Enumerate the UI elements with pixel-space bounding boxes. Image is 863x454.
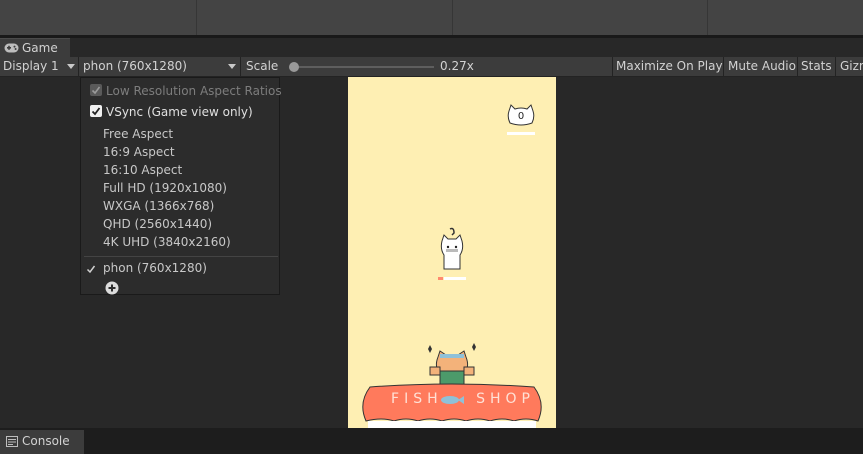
aspect-option[interactable]: Full HD (1920x1080) xyxy=(103,179,227,197)
grid-line xyxy=(707,0,708,35)
aspect-option[interactable]: WXGA (1366x768) xyxy=(103,197,214,215)
tab-console[interactable]: Console xyxy=(0,430,84,454)
aspect-option[interactable]: 16:10 Aspect xyxy=(103,161,182,179)
maximize-on-play-button[interactable]: Maximize On Play xyxy=(616,57,723,76)
aspect-option[interactable]: 4K UHD (3840x2160) xyxy=(103,233,231,251)
scale-label: Scale xyxy=(246,59,279,73)
checkmark-icon xyxy=(91,107,101,116)
vsync-option[interactable]: VSync (Game view only) xyxy=(106,103,253,121)
grid-line xyxy=(196,0,197,35)
toolbar-divider xyxy=(612,57,613,76)
scene-view-strip xyxy=(0,0,863,35)
plus-circle-icon[interactable] xyxy=(105,281,119,295)
toolbar-divider xyxy=(240,57,241,76)
tab-console-label: Console xyxy=(22,434,70,448)
checkmark-icon xyxy=(91,86,101,95)
display-dropdown-label: Display 1 xyxy=(3,59,59,73)
grid-line xyxy=(452,0,453,35)
player-cat-sprite xyxy=(438,227,466,280)
game-canvas[interactable]: 0 FISH SHOP xyxy=(348,77,556,428)
toolbar-divider xyxy=(797,57,798,76)
score-value: 0 xyxy=(517,111,525,122)
resolution-dropdown-label: phon (760x1280) xyxy=(83,59,187,73)
checkmark-icon xyxy=(86,265,96,274)
bottom-panel-bar xyxy=(0,428,863,454)
vsync-checkbox[interactable] xyxy=(90,105,102,117)
gizmos-button[interactable]: Gizm xyxy=(840,57,863,76)
low-res-checkbox[interactable] xyxy=(90,84,102,96)
custom-resolution-option[interactable]: phon (760x1280) xyxy=(103,259,207,277)
tab-game[interactable]: Game xyxy=(0,38,70,57)
toolbar-divider xyxy=(835,57,836,76)
gamepad-icon xyxy=(4,43,19,53)
chevron-down-icon xyxy=(67,64,75,69)
aspect-option[interactable]: Free Aspect xyxy=(103,125,173,143)
scale-slider[interactable] xyxy=(290,66,434,68)
stats-button[interactable]: Stats xyxy=(801,57,832,76)
display-dropdown[interactable]: Display 1 xyxy=(0,57,78,76)
resolution-dropdown[interactable]: phon (760x1280) xyxy=(79,57,239,76)
tab-bar xyxy=(0,38,863,57)
scale-value: 0.27x xyxy=(440,59,474,73)
aspect-option[interactable]: QHD (2560x1440) xyxy=(103,215,212,233)
toolbar-divider xyxy=(723,57,724,76)
low-res-option[interactable]: Low Resolution Aspect Ratios xyxy=(106,82,282,100)
console-icon xyxy=(6,436,18,447)
aspect-option[interactable]: 16:9 Aspect xyxy=(103,143,175,161)
chevron-down-icon xyxy=(228,64,236,69)
mute-audio-button[interactable]: Mute Audio xyxy=(728,57,796,76)
shop-sign-text: FISH SHOP xyxy=(391,391,535,407)
tab-game-label: Game xyxy=(22,41,58,55)
menu-separator xyxy=(84,256,278,257)
resolution-menu: Low Resolution Aspect Ratios VSync (Game… xyxy=(80,77,282,295)
